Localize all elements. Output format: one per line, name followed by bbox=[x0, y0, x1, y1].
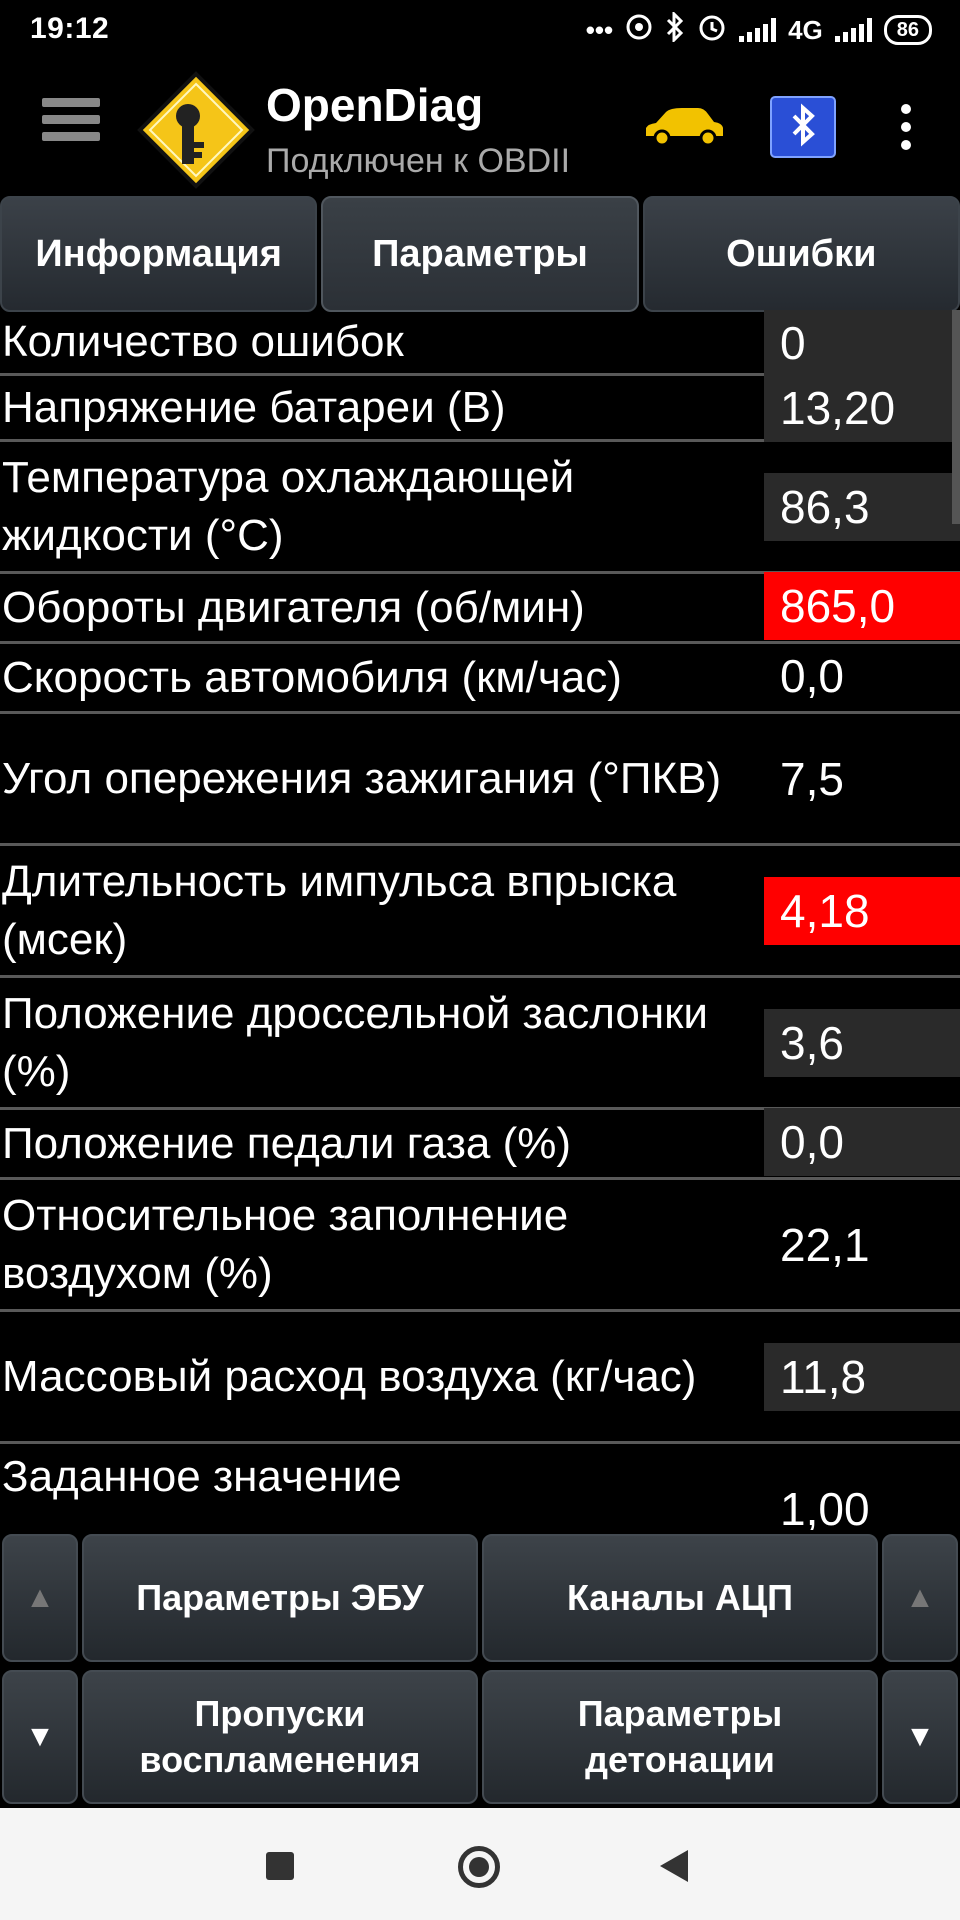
right-down-arrow-button[interactable]: ▼ bbox=[882, 1670, 958, 1804]
param-value: 86,3 bbox=[764, 473, 960, 541]
param-value: 3,6 bbox=[764, 1009, 960, 1077]
tab-information[interactable]: Информация bbox=[0, 196, 318, 312]
tab-parameters[interactable]: Параметры bbox=[321, 196, 639, 312]
param-value: 7,5 bbox=[780, 753, 844, 805]
param-label: Относительное заполнение воздухом (%) bbox=[2, 1190, 569, 1298]
battery-icon: 86 bbox=[883, 15, 932, 45]
param-value-alert: 4,18 bbox=[764, 877, 960, 945]
param-row: Относительное заполнение воздухом (%) 22… bbox=[0, 1180, 960, 1312]
param-label: Длительность импульса впрыска (мсек) bbox=[2, 856, 677, 964]
adc-channels-button[interactable]: Каналы АЦП bbox=[482, 1534, 878, 1662]
square-recents-icon[interactable] bbox=[266, 1852, 294, 1880]
param-value: 13,20 bbox=[764, 374, 960, 442]
param-row: Положение дроссельной заслонки (%) 3,6 bbox=[0, 978, 960, 1110]
signal-icon bbox=[834, 18, 872, 42]
scrollbar[interactable] bbox=[952, 310, 960, 524]
param-label: Напряжение батареи (В) bbox=[2, 382, 506, 432]
connection-status: Подключен к OBDII bbox=[266, 142, 571, 180]
param-row: Напряжение батареи (В) 13,20 bbox=[0, 374, 960, 442]
alarm-icon bbox=[697, 12, 727, 49]
param-label: Обороты двигателя (об/мин) bbox=[2, 582, 585, 632]
status-bar: 19:12 ••• 4G 86 bbox=[0, 0, 960, 60]
key-logo-icon bbox=[137, 71, 255, 189]
param-label: Угол опережения зажигания (°ПКВ) bbox=[2, 753, 722, 803]
param-value: 22,1 bbox=[780, 1219, 870, 1271]
status-time: 19:12 bbox=[30, 12, 110, 45]
knock-label-line1: Параметры bbox=[577, 1693, 783, 1734]
param-value: 0,0 bbox=[764, 1108, 960, 1176]
param-value: 11,8 bbox=[764, 1343, 960, 1411]
param-row: Массовый расход воздуха (кг/час) 11,8 bbox=[0, 1312, 960, 1444]
param-value-alert: 865,0 bbox=[764, 572, 960, 640]
param-label: Скорость автомобиля (км/час) bbox=[2, 652, 622, 702]
signal-icon bbox=[739, 18, 777, 42]
network-type: 4G bbox=[788, 14, 823, 45]
tab-bar: Информация Параметры Ошибки bbox=[0, 196, 960, 312]
knock-label-line2: детонации bbox=[585, 1739, 775, 1780]
more-dots-icon: ••• bbox=[585, 14, 614, 45]
car-icon[interactable] bbox=[642, 104, 726, 148]
bluetooth-adapter-icon[interactable] bbox=[770, 96, 836, 158]
bluetooth-icon bbox=[665, 9, 685, 49]
misfires-button[interactable]: Пропуски воспламенения bbox=[82, 1670, 478, 1804]
hotspot-icon bbox=[625, 13, 653, 48]
triangle-back-icon[interactable] bbox=[660, 1850, 688, 1882]
ecu-params-button[interactable]: Параметры ЭБУ bbox=[82, 1534, 478, 1662]
param-value: 0,0 bbox=[780, 650, 844, 702]
param-row: Длительность импульса впрыска (мсек) 4,1… bbox=[0, 846, 960, 978]
param-row: Количество ошибок 0 bbox=[0, 310, 960, 377]
param-row: Положение педали газа (%) 0,0 bbox=[0, 1108, 960, 1180]
param-row: Скорость автомобиля (км/час) 0,0 bbox=[0, 644, 960, 714]
param-label: Положение педали газа (%) bbox=[2, 1118, 572, 1168]
left-up-arrow-button[interactable]: ▲ bbox=[2, 1534, 78, 1662]
param-row: Обороты двигателя (об/мин) 865,0 bbox=[0, 572, 960, 644]
misfires-label-line2: воспламенения bbox=[139, 1739, 421, 1780]
param-value: 0 bbox=[764, 310, 960, 377]
param-row: Заданное значение 1,00 bbox=[0, 1444, 960, 1532]
param-row: Температура охлаждающей жидкости (°С) 86… bbox=[0, 442, 960, 574]
param-label: Массовый расход воздуха (кг/час) bbox=[2, 1351, 697, 1401]
status-icons: ••• 4G 86 bbox=[585, 9, 932, 49]
param-label: Положение дроссельной заслонки (%) bbox=[2, 988, 708, 1096]
misfires-label-line1: Пропуски bbox=[194, 1693, 366, 1734]
circle-home-icon[interactable] bbox=[458, 1846, 500, 1888]
tab-errors[interactable]: Ошибки bbox=[642, 196, 960, 312]
right-up-arrow-button[interactable]: ▲ bbox=[882, 1534, 958, 1662]
app-title: OpenDiag bbox=[266, 79, 484, 131]
param-value: 1,00 bbox=[780, 1483, 870, 1532]
system-nav-bar bbox=[0, 1808, 960, 1920]
left-down-arrow-button[interactable]: ▼ bbox=[2, 1670, 78, 1804]
hamburger-menu-icon[interactable] bbox=[42, 98, 100, 156]
param-label: Количество ошибок bbox=[2, 316, 404, 366]
parameter-list[interactable]: Количество ошибок 0 Напряжение батареи (… bbox=[0, 310, 960, 1532]
param-label: Заданное значение bbox=[2, 1452, 402, 1501]
action-bar: OpenDiag Подключен к OBDII bbox=[0, 60, 960, 192]
param-row: Угол опережения зажигания (°ПКВ) 7,5 bbox=[0, 714, 960, 846]
knock-params-button[interactable]: Параметры детонации bbox=[482, 1670, 878, 1804]
param-label: Температура охлаждающей жидкости (°С) bbox=[2, 452, 575, 560]
more-vert-icon[interactable] bbox=[896, 104, 916, 152]
control-panel: ▲ ▼ Параметры ЭБУ Каналы АЦП Пропуски во… bbox=[0, 1530, 960, 1808]
